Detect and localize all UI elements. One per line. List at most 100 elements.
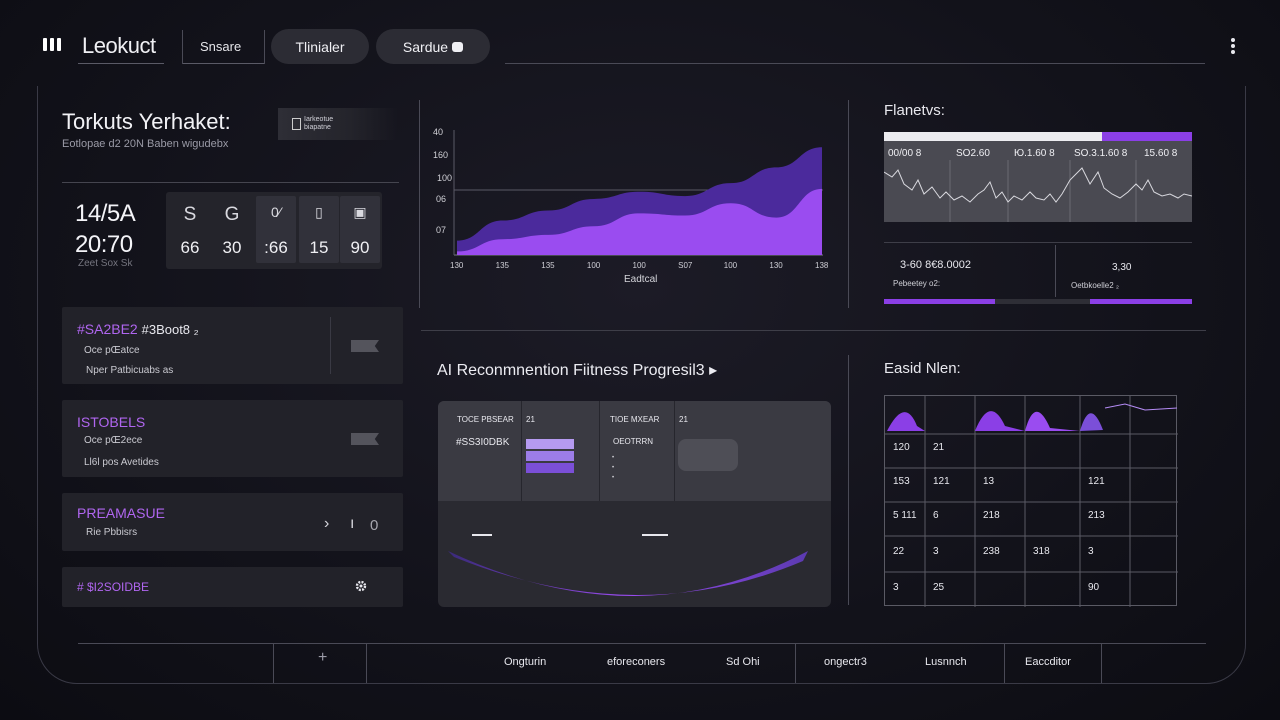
grid-cell[interactable]: 3 (1088, 546, 1094, 557)
gear-icon[interactable] (354, 579, 368, 593)
card-line: Ll6l pos Avetides (84, 457, 159, 468)
recommendation-panel[interactable]: TOCE PBSEAR 21 #SS3I0DBK TIOE MXEAR 21 O… (438, 401, 831, 607)
x-tick-label: 100 (723, 261, 738, 270)
stat-cell[interactable]: S 66 (170, 196, 210, 263)
footer-tab[interactable]: Sd Ohi (726, 656, 760, 668)
footer-tab[interactable]: Lusnnch (925, 656, 967, 668)
summary-subtitle: Eotlopae d2 20N Baben wigudebx (62, 138, 229, 150)
metric-value: 3,30 (1112, 262, 1132, 273)
metric-value: 3‑60 8€8.0002 (900, 259, 971, 271)
divider (273, 643, 274, 683)
sparkline-panel[interactable]: 00/00 8 SO2.60 Ю.1.60 8 SO.3.1.60 8 15.6… (884, 132, 1192, 222)
chevron-right-icon[interactable]: › (324, 515, 329, 533)
x-tick-label: S07 (678, 261, 693, 270)
pill-tab-tlinialer[interactable]: Tlinialer (271, 29, 369, 64)
tab-snsare[interactable]: Snsare (200, 39, 241, 54)
grid-cell[interactable]: 218 (983, 510, 1000, 521)
divider (264, 30, 265, 64)
curve-graphic (448, 534, 808, 596)
list-card[interactable]: # $I2SOIDBE (62, 567, 403, 607)
bullet-list: • • • (612, 455, 615, 481)
pill-tab-sardue[interactable]: Sardue (376, 29, 490, 64)
card-line: Nper Patbicuabs as (86, 365, 174, 376)
area-chart[interactable] (419, 110, 823, 260)
list-card[interactable]: PREAMASUE Rie Pbbisrs › ı 0 (62, 493, 403, 551)
stat-icon: S (183, 204, 197, 225)
panel-title: Flanetvs: (884, 102, 945, 119)
card-title: #SA2BE2 #3Boot8 ₂ (77, 321, 199, 337)
pill-label: Sardue (402, 38, 449, 55)
app-title: Leokuct (82, 33, 156, 58)
column-heading: TIOE MXEAR (610, 415, 660, 424)
pause-icon[interactable]: ı (350, 515, 354, 533)
grid-cell[interactable]: 5 111 (893, 510, 917, 521)
stat-value: 90 (350, 238, 370, 257)
add-icon[interactable]: + (318, 649, 327, 667)
divider (366, 643, 367, 683)
footer-tab[interactable]: eforeconers (607, 656, 665, 668)
summary-label: Zeet Sox Sk (78, 258, 133, 269)
list-card[interactable]: #SA2BE2 #3Boot8 ₂ Oce pŒatce Nper Patbic… (62, 307, 403, 384)
stat-icon: ▣ (353, 204, 367, 220)
tab-underline (183, 63, 265, 64)
list-card[interactable]: ISTOBELS Oce pŒ2ece Ll6l pos Avetides (62, 400, 403, 477)
grid-cell[interactable]: 121 (933, 476, 950, 487)
grid-cell[interactable]: 90 (1088, 582, 1099, 593)
card-line: Oce pŒatce (84, 345, 140, 356)
divider (1055, 245, 1056, 297)
card-line: Oce pŒ2ece (84, 435, 143, 446)
divider (848, 355, 849, 605)
grid-cell[interactable]: 25 (933, 582, 944, 593)
grid-cell[interactable]: 120 (893, 442, 910, 453)
stat-cell[interactable]: ▯ 15 (299, 196, 339, 263)
divider (1004, 643, 1005, 683)
footer-tab[interactable]: Eaccditor (1025, 656, 1071, 668)
summary-thumbnail[interactable]: Iarkeotue biapatne (278, 108, 398, 140)
divider (62, 182, 399, 183)
stat-cell[interactable]: 0⁄ :66 (256, 196, 296, 263)
data-grid[interactable]: 120 21 153 121 13 121 5 111 6 218 213 22 3 238 318 3 3 2… (884, 395, 1178, 607)
grid-cell[interactable]: 153 (893, 476, 910, 487)
grid-cell[interactable]: 6 (933, 510, 939, 521)
divider (848, 100, 849, 308)
column-number: 21 (679, 415, 688, 424)
x-tick-label: 135 (495, 261, 509, 270)
card-title: PREAMASUE (77, 505, 165, 521)
x-tick-label: 100 (586, 261, 601, 270)
stat-icon: ▯ (315, 204, 323, 220)
more-options-icon[interactable] (1231, 38, 1235, 54)
grid-lines (885, 396, 1178, 607)
grid-cell[interactable]: 3 (933, 546, 939, 557)
stat-cell[interactable]: ▣ 90 (340, 196, 380, 263)
pill-label: Tlinialer (295, 38, 345, 55)
menu-icon[interactable] (43, 38, 61, 51)
grid-cell[interactable]: 121 (1088, 476, 1105, 487)
grid-cell[interactable]: 22 (893, 546, 904, 557)
grid-cell[interactable]: 13 (983, 476, 994, 487)
grid-cell[interactable]: 21 (933, 442, 944, 453)
record-icon[interactable]: 0 (370, 517, 378, 534)
grid-cell[interactable]: 213 (1088, 510, 1105, 521)
recommendation-header: TOCE PBSEAR 21 #SS3I0DBK TIOE MXEAR 21 O… (438, 401, 831, 501)
grid-cell[interactable]: 318 (1033, 546, 1050, 557)
column-value: #SS3I0DBK (456, 437, 510, 448)
column-value: OEOTRRN (613, 437, 653, 446)
divider (421, 330, 1206, 331)
grid-title: Easid Nlen: (884, 360, 961, 377)
x-tick-label: 135 (541, 261, 555, 270)
grid-cell[interactable]: 238 (983, 546, 1000, 557)
square-icon (452, 41, 464, 52)
card-line: Rie Pbbisrs (86, 527, 138, 538)
x-tick-label: 100 (632, 261, 646, 270)
footer-tab[interactable]: ongectr3 (824, 656, 867, 668)
dumbbell-icon (678, 439, 738, 471)
bar-stack (526, 439, 574, 473)
divider (884, 242, 1192, 243)
grid-cell[interactable]: 3 (893, 582, 899, 593)
big-number-secondary: 20:70 (75, 231, 133, 258)
section-title[interactable]: AI Reconmnention Fiitness Progresil3 ▸ (437, 360, 717, 380)
stat-cell[interactable]: G 30 (212, 196, 252, 263)
footer-tab[interactable]: Ongturin (504, 656, 546, 668)
footer-line (78, 643, 1206, 644)
metric-label: Pebeetey o2: (893, 279, 941, 288)
